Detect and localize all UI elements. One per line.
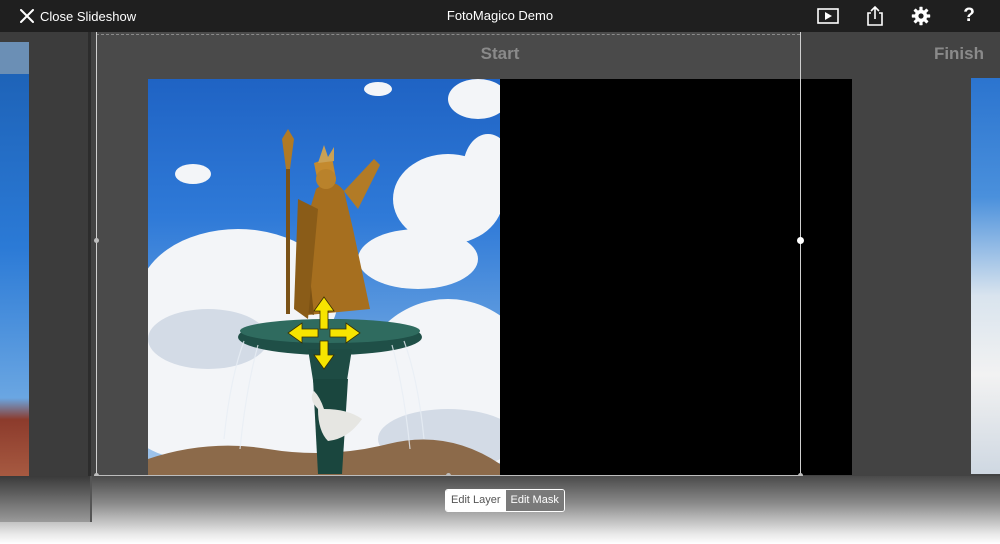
resize-handle-right[interactable] bbox=[797, 237, 804, 244]
previous-slide-thumbnail-top bbox=[0, 42, 29, 76]
edit-mode-toggle: Edit Layer Edit Mask bbox=[445, 489, 565, 512]
next-slide-thumbnail[interactable] bbox=[971, 78, 1000, 474]
start-label: Start bbox=[480, 44, 520, 63]
help-icon: ? bbox=[963, 5, 975, 26]
gear-icon bbox=[911, 6, 931, 26]
play-icon bbox=[817, 8, 839, 24]
play-button[interactable] bbox=[815, 4, 841, 28]
statue-photo-image bbox=[148, 79, 500, 475]
layer-bounds-top-edge bbox=[96, 34, 800, 35]
finish-label: Finish bbox=[933, 44, 984, 63]
layer-bounds-left-edge bbox=[96, 32, 97, 476]
share-icon bbox=[867, 5, 883, 26]
edit-layer-button[interactable]: Edit Layer bbox=[446, 490, 506, 511]
share-button[interactable] bbox=[862, 4, 888, 28]
slide-editor-workspace: Start Finish bbox=[0, 32, 1000, 506]
photo-layer[interactable] bbox=[148, 79, 500, 475]
resize-handle-left[interactable] bbox=[94, 238, 99, 243]
help-button[interactable]: ? bbox=[956, 4, 982, 28]
top-bar: Close Slideshow FotoMagico Demo ? bbox=[0, 0, 1000, 32]
slide-stage[interactable] bbox=[148, 79, 852, 475]
previous-slide-strip-reflection bbox=[0, 476, 92, 522]
settings-button[interactable] bbox=[908, 4, 934, 28]
layer-bounds-right-edge bbox=[800, 32, 801, 476]
app-title: FotoMagico Demo bbox=[446, 8, 554, 23]
edit-mask-button[interactable]: Edit Mask bbox=[505, 490, 564, 511]
previous-slide-thumbnail[interactable] bbox=[0, 74, 29, 506]
previous-slide-strip[interactable] bbox=[0, 32, 91, 506]
